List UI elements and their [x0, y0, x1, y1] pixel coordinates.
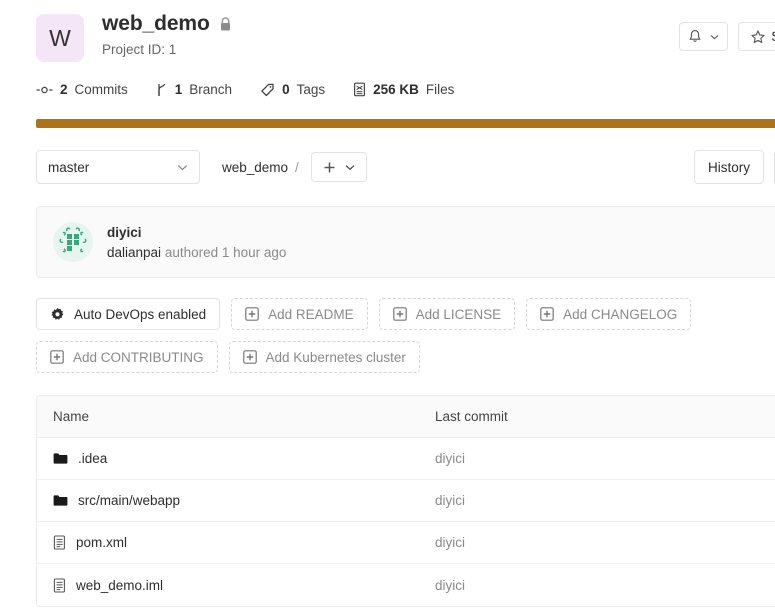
add-kubernetes-cluster-button[interactable]: Add Kubernetes cluster	[228, 341, 420, 373]
project-header: W web_demo Project ID: 1	[0, 0, 775, 62]
table-row[interactable]: src/main/webapp diyici	[37, 480, 775, 522]
stat-tags-label: Tags	[296, 82, 326, 97]
project-quick-actions: Auto DevOps enabled Add README Add LICEN…	[36, 298, 775, 373]
stat-branches[interactable]: 1 Branch	[156, 82, 232, 97]
stat-files-label: Files	[425, 82, 455, 97]
bell-icon	[688, 29, 702, 44]
breadcrumb: web_demo /	[222, 160, 299, 175]
commit-icon	[36, 84, 53, 96]
files-icon	[353, 82, 366, 97]
plus-square-icon	[392, 307, 407, 321]
language-bar[interactable]	[36, 119, 775, 128]
last-commit-panel: diyici dalianpai authored 1 hour ago	[36, 206, 775, 278]
plus-square-icon	[245, 307, 259, 321]
add-changelog-button[interactable]: Add CHANGELOG	[526, 298, 692, 330]
repository-nav-row: master web_demo / History	[36, 150, 775, 184]
chevron-down-icon	[177, 164, 188, 171]
folder-icon	[53, 452, 68, 465]
repository-file-table: Name Last commit .idea diyici src/main/w…	[36, 395, 775, 607]
stat-commits-label: Commits	[74, 82, 128, 97]
project-stats: 2 Commits 1 Branch 0 Tags 256 KB Files	[0, 82, 775, 97]
project-avatar: W	[36, 14, 84, 62]
last-commit-time: authored 1 hour ago	[164, 244, 287, 260]
stat-tags-value: 0	[282, 82, 290, 97]
lock-icon	[219, 16, 232, 32]
chevron-down-icon	[710, 34, 719, 40]
table-row[interactable]: .idea diyici	[37, 438, 775, 480]
add-license-label: Add LICENSE	[415, 306, 502, 322]
branch-selector-value: master	[48, 159, 90, 175]
file-name: pom.xml	[76, 535, 128, 550]
file-name: .idea	[78, 451, 108, 466]
file-name-cell[interactable]: pom.xml	[37, 535, 435, 550]
branch-selector[interactable]: master	[36, 150, 200, 184]
auto-devops-button[interactable]: Auto DevOps enabled	[36, 298, 221, 330]
file-name-cell[interactable]: web_demo.iml	[37, 578, 435, 593]
column-header-name: Name	[53, 409, 90, 424]
file-name: web_demo.iml	[76, 577, 164, 593]
breadcrumb-separator: /	[295, 159, 299, 175]
table-row[interactable]: pom.xml diyici	[37, 522, 775, 564]
add-readme-button[interactable]: Add README	[231, 298, 368, 330]
tag-icon	[260, 83, 275, 97]
page-title: web_demo	[102, 12, 210, 35]
last-commit-text: diyici dalianpai authored 1 hour ago	[107, 225, 286, 260]
file-icon	[53, 577, 66, 593]
notifications-button[interactable]	[679, 22, 729, 51]
chevron-down-icon	[345, 164, 355, 171]
last-commit-cell[interactable]: diyici	[435, 578, 775, 593]
star-button[interactable]: Star	[738, 22, 775, 51]
plus-square-icon	[242, 350, 257, 364]
project-id: Project ID: 1	[102, 42, 177, 57]
plus-icon	[323, 161, 336, 174]
project-title-row: web_demo	[102, 12, 232, 36]
stat-commits[interactable]: 2 Commits	[36, 82, 128, 97]
last-commit-title[interactable]: diyici	[107, 225, 286, 240]
history-label: History	[707, 159, 750, 175]
history-button[interactable]: History	[693, 150, 764, 184]
last-commit-meta: dalianpai authored 1 hour ago	[107, 245, 286, 260]
folder-icon	[53, 494, 68, 507]
table-row[interactable]: web_demo.iml diyici	[37, 564, 775, 606]
plus-square-icon	[540, 307, 554, 321]
header-actions: Star	[679, 22, 775, 51]
identicon-avatar	[59, 227, 87, 253]
add-readme-label: Add README	[268, 306, 354, 322]
add-to-tree-button[interactable]	[310, 152, 367, 182]
breadcrumb-root[interactable]: web_demo	[222, 160, 288, 175]
add-license-button[interactable]: Add LICENSE	[378, 298, 516, 330]
stat-files[interactable]: 256 KB Files	[353, 82, 454, 97]
stat-tags[interactable]: 0 Tags	[260, 82, 325, 97]
add-contributing-label: Add CONTRIBUTING	[73, 349, 204, 365]
add-kubernetes-cluster-label: Add Kubernetes cluster	[265, 349, 406, 365]
last-commit-author[interactable]: dalianpai	[107, 245, 161, 260]
star-icon	[751, 29, 765, 44]
add-contributing-button[interactable]: Add CONTRIBUTING	[36, 341, 218, 373]
file-name-cell[interactable]: src/main/webapp	[37, 493, 435, 508]
column-header-last-commit: Last commit	[435, 409, 508, 424]
table-header: Name Last commit	[37, 396, 775, 438]
repository-nav-actions: History	[693, 150, 775, 184]
file-icon	[53, 535, 66, 550]
star-label: Star	[771, 29, 775, 44]
stat-commits-value: 2	[60, 82, 68, 97]
stat-files-value: 256 KB	[373, 82, 419, 97]
stat-branches-label: Branch	[189, 82, 233, 97]
file-name: src/main/webapp	[78, 493, 181, 508]
language-segment-java	[36, 119, 775, 128]
project-page: W web_demo Project ID: 1 2 Commits 1 Bra…	[0, 0, 775, 608]
branch-icon	[156, 83, 168, 97]
last-commit-cell[interactable]: diyici	[435, 535, 775, 550]
project-avatar-letter: W	[49, 24, 71, 51]
gear-icon	[50, 307, 65, 322]
plus-square-icon	[50, 350, 64, 364]
avatar	[53, 222, 93, 262]
add-changelog-label: Add CHANGELOG	[563, 306, 678, 322]
last-commit-cell[interactable]: diyici	[435, 493, 775, 508]
last-commit-cell[interactable]: diyici	[435, 451, 775, 466]
project-meta: web_demo Project ID: 1	[102, 12, 232, 57]
auto-devops-label: Auto DevOps enabled	[74, 306, 207, 322]
file-name-cell[interactable]: .idea	[37, 451, 435, 466]
stat-branches-value: 1	[174, 82, 183, 97]
